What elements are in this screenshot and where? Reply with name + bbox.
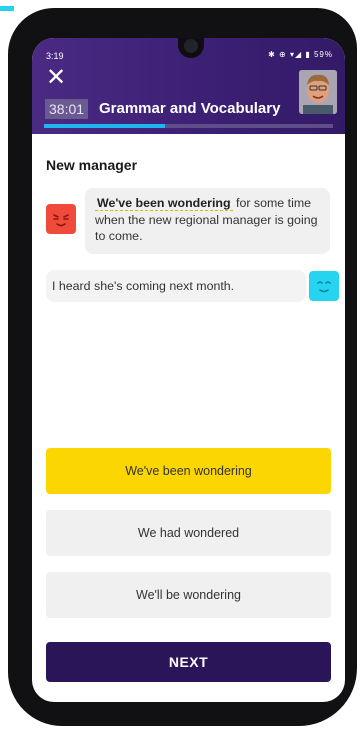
bot-face-icon <box>53 214 69 227</box>
next-button[interactable]: NEXT <box>46 642 331 682</box>
reply-text: I heard she's coming next month. <box>52 279 235 293</box>
app-screen: 3:19 ✱ ⊕ ▾◢ ▮ 59% ✕ 38:01 Grammar and Vo… <box>32 38 345 702</box>
bot-avatar <box>46 204 76 234</box>
answer-gap: We've been wondering <box>95 196 233 211</box>
close-button[interactable]: ✕ <box>44 66 68 90</box>
status-icons: ✱ ⊕ ▾◢ ▮ 59% <box>268 50 333 59</box>
corner-decoration <box>0 6 14 11</box>
front-camera <box>178 38 204 58</box>
option-2-button[interactable]: We had wondered <box>46 510 331 556</box>
progress-fill <box>44 124 166 128</box>
user-avatar <box>309 271 339 301</box>
user-face-icon <box>317 281 331 293</box>
phone-frame: 3:19 ✱ ⊕ ▾◢ ▮ 59% ✕ 38:01 Grammar and Vo… <box>8 8 357 726</box>
progress-bar <box>44 124 333 128</box>
status-time: 3:19 <box>46 51 64 61</box>
lesson-header: 3:19 ✱ ⊕ ▾◢ ▮ 59% ✕ 38:01 Grammar and Vo… <box>32 38 345 134</box>
close-icon: ✕ <box>45 64 67 91</box>
timer: 38:01 <box>45 99 89 119</box>
prompt-bubble: We've been wondering for some time when … <box>85 188 330 254</box>
option-1-button[interactable]: We've been wondering <box>46 448 331 494</box>
reply-bubble: I heard she's coming next month. <box>46 270 306 302</box>
lesson-title: Grammar and Vocabulary <box>99 100 281 117</box>
option-3-button[interactable]: We'll be wondering <box>46 572 331 618</box>
question-title: New manager <box>46 157 138 173</box>
avatar[interactable] <box>299 70 337 114</box>
